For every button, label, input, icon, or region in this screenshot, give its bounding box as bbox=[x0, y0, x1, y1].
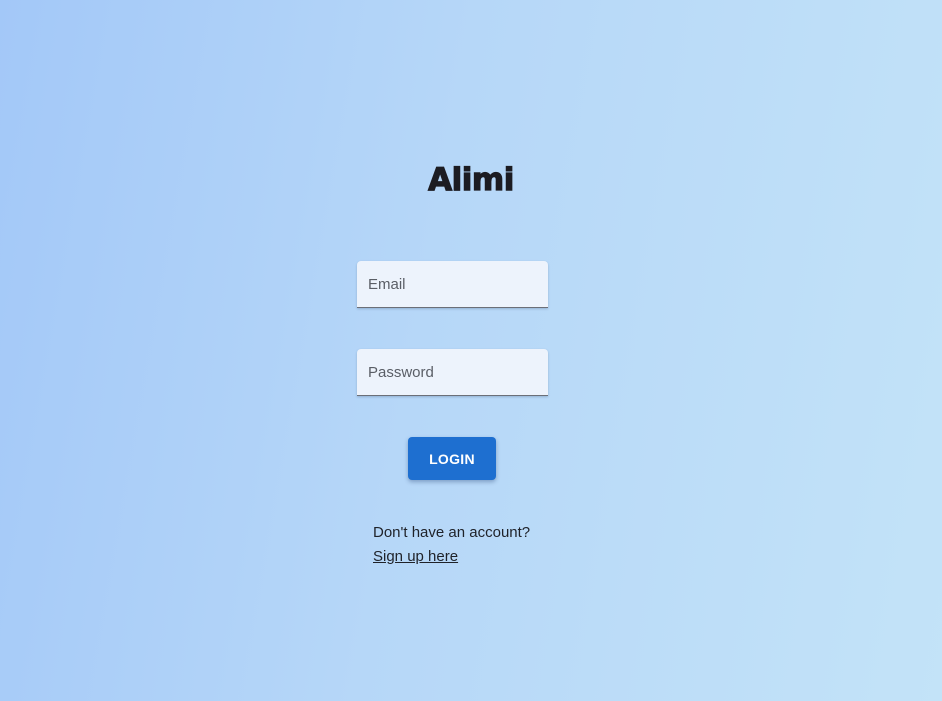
signup-link[interactable]: Sign up here bbox=[373, 545, 458, 569]
password-field[interactable] bbox=[357, 349, 548, 396]
email-field[interactable] bbox=[357, 261, 548, 308]
signup-prompt-text: Don't have an account? bbox=[373, 524, 531, 541]
signup-section: Don't have an account? Sign up here bbox=[373, 521, 530, 569]
login-button[interactable]: LOGIN bbox=[408, 437, 496, 480]
app-logo: Alimi bbox=[428, 161, 515, 198]
